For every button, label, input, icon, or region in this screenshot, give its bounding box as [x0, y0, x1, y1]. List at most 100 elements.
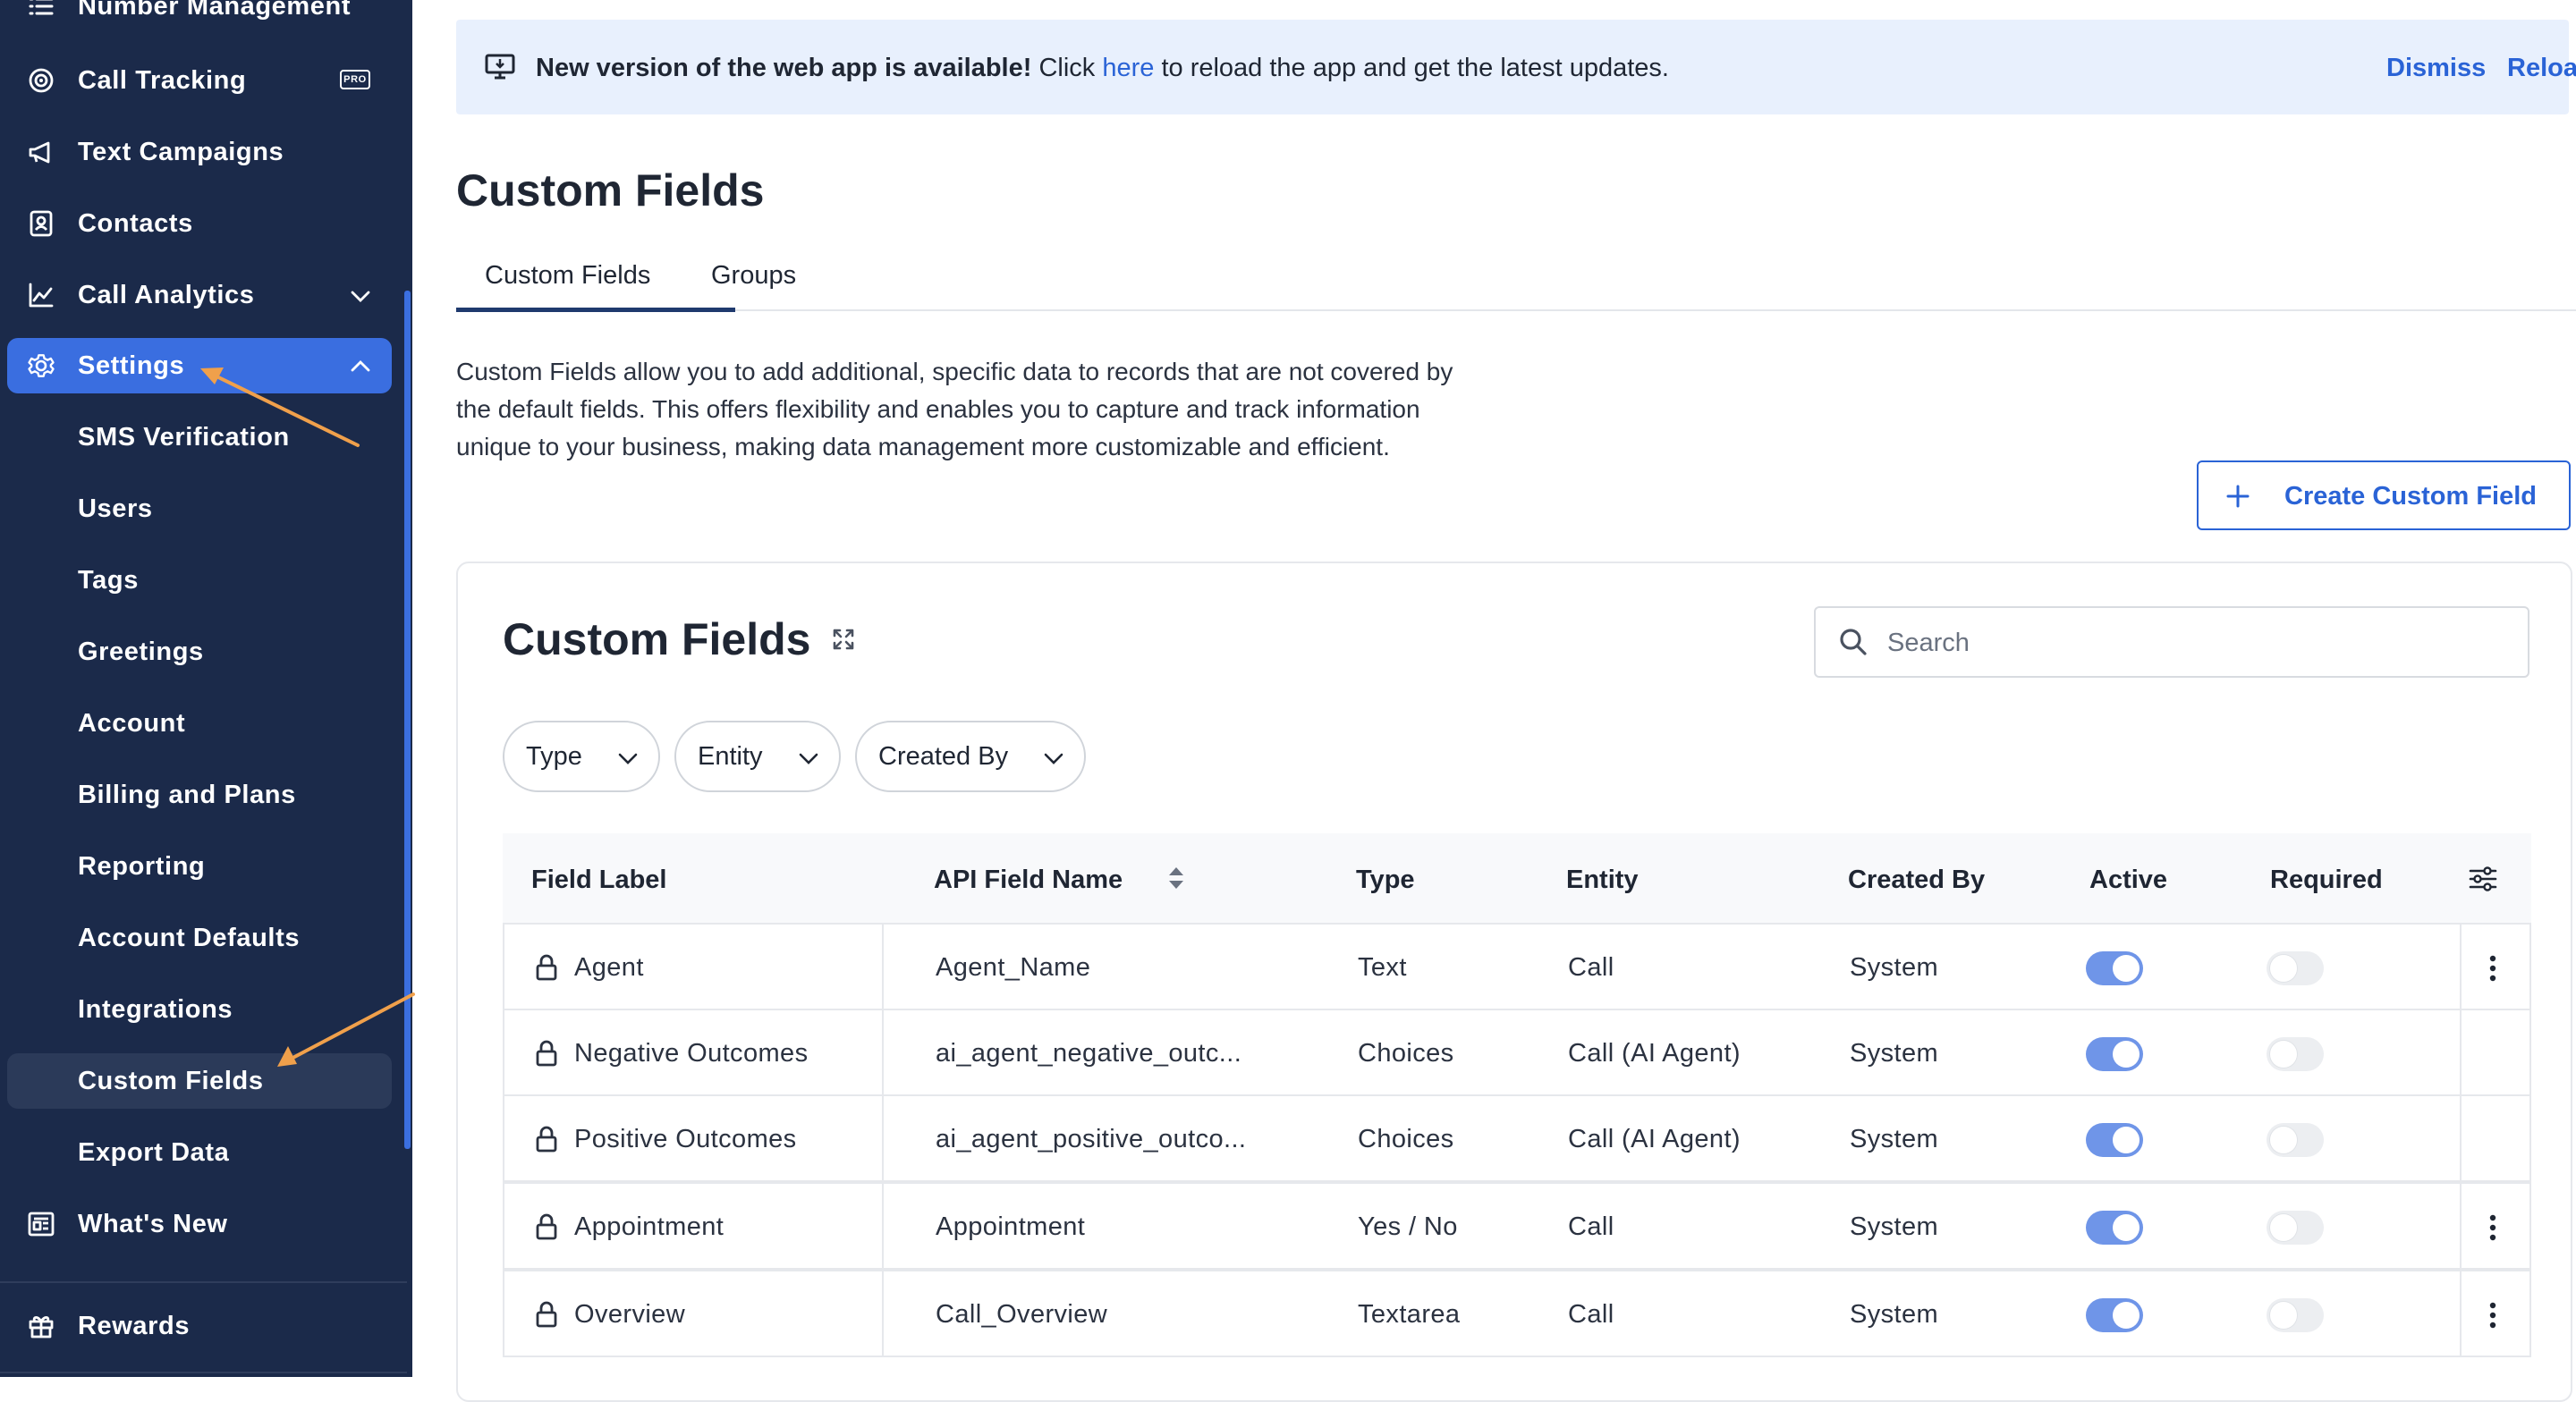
required-toggle[interactable] — [2267, 1037, 2324, 1071]
sidebar-item-integrations[interactable]: Integrations — [7, 982, 392, 1037]
column-header-field-label[interactable]: Field Label — [531, 866, 666, 895]
active-toggle[interactable] — [2086, 1037, 2143, 1071]
sidebar-item-label: Tags — [78, 566, 139, 595]
active-toggle[interactable] — [2086, 1123, 2143, 1157]
filter-created-by[interactable]: Created By — [855, 721, 1086, 792]
lock-icon — [536, 1301, 557, 1328]
tab-label: Custom Fields — [485, 261, 651, 290]
column-header-required[interactable]: Required — [2270, 866, 2383, 895]
page-description: Custom Fields allow you to add additiona… — [456, 358, 1453, 460]
cell-api-field-name: Appointment — [936, 1212, 1086, 1241]
column-divider — [882, 1184, 884, 1268]
active-toggle[interactable] — [2086, 1298, 2143, 1332]
card-title: Custom Fields — [503, 614, 811, 664]
column-divider — [2460, 1096, 2462, 1180]
table-row[interactable]: Positive Outcomes ai_agent_positive_outc… — [503, 1094, 2531, 1182]
pro-badge: PRO — [340, 70, 370, 89]
required-toggle[interactable] — [2267, 1123, 2324, 1157]
banner-here-link[interactable]: here — [1102, 54, 1154, 82]
cell-field-label: Overview — [574, 1300, 686, 1329]
dismiss-button[interactable]: Dismiss — [2386, 54, 2486, 83]
toggle-knob — [2270, 1302, 2297, 1329]
sidebar-item-contacts[interactable]: Contacts — [7, 196, 392, 251]
cell-field-label: Positive Outcomes — [574, 1125, 797, 1153]
sidebar-item-label: Reporting — [78, 852, 206, 881]
cell-api-field-name: ai_agent_negative_outc... — [936, 1039, 1242, 1068]
column-header-entity[interactable]: Entity — [1566, 866, 1639, 895]
column-header-created-by[interactable]: Created By — [1848, 866, 1985, 895]
column-settings-icon[interactable] — [2468, 864, 2498, 894]
toggle-knob — [2270, 1214, 2297, 1241]
tab-custom-fields[interactable]: Custom Fields — [456, 259, 735, 312]
required-toggle[interactable] — [2267, 951, 2324, 985]
sidebar-item-account-defaults[interactable]: Account Defaults — [7, 910, 392, 966]
search-icon — [1840, 629, 1867, 655]
column-divider — [882, 925, 884, 1009]
sidebar-scrollbar[interactable] — [404, 291, 411, 1149]
sidebar-item-text-campaigns[interactable]: Text Campaigns — [7, 124, 392, 180]
table-row[interactable]: Negative Outcomes ai_agent_negative_outc… — [503, 1009, 2531, 1096]
required-toggle[interactable] — [2267, 1211, 2324, 1245]
sidebar-item-label: Text Campaigns — [78, 138, 284, 166]
tab-label: Groups — [711, 261, 797, 290]
sidebar-item-greetings[interactable]: Greetings — [7, 624, 392, 680]
sidebar-item-label: Rewards — [78, 1312, 191, 1340]
cell-type: Choices — [1358, 1039, 1454, 1068]
column-divider — [2460, 1184, 2462, 1268]
cell-field-label: Agent — [574, 953, 644, 982]
search-input[interactable]: Search — [1814, 606, 2529, 678]
sidebar-item-whats-new[interactable]: What's New — [7, 1196, 392, 1252]
sidebar-item-label: Contacts — [78, 209, 193, 238]
cell-created-by: System — [1850, 1212, 1939, 1241]
kebab-menu-icon[interactable] — [2488, 1300, 2497, 1330]
sidebar-item-account[interactable]: Account — [7, 696, 392, 751]
sidebar-item-label: Settings — [78, 351, 185, 380]
column-header-active[interactable]: Active — [2089, 866, 2167, 895]
sidebar-item-label: Integrations — [78, 995, 233, 1024]
reload-button[interactable]: Reload — [2507, 54, 2576, 83]
toggle-knob — [2113, 1127, 2140, 1153]
sidebar-item-sms-verification[interactable]: SMS Verification — [7, 410, 392, 465]
cell-api-field-name: ai_agent_positive_outco... — [936, 1125, 1247, 1153]
sidebar-item-number-management[interactable]: Number Management — [7, 0, 392, 34]
sort-icon[interactable] — [1165, 862, 1187, 894]
sidebar-item-label: What's New — [78, 1210, 228, 1238]
sidebar-item-label: Users — [78, 494, 153, 523]
active-toggle[interactable] — [2086, 951, 2143, 985]
tab-groups[interactable]: Groups — [711, 259, 836, 308]
lock-icon — [536, 1126, 557, 1153]
column-header-type[interactable]: Type — [1356, 866, 1415, 895]
toggle-knob — [2270, 1127, 2297, 1153]
custom-fields-card: Custom Fields Search Type Entity Created… — [456, 562, 2572, 1402]
cell-created-by: System — [1850, 1039, 1939, 1068]
expand-icon[interactable] — [832, 628, 855, 651]
sidebar-item-call-tracking[interactable]: Call Tracking PRO — [7, 53, 392, 108]
news-icon — [28, 1212, 55, 1237]
kebab-menu-icon[interactable] — [2488, 1212, 2497, 1243]
column-divider — [882, 1271, 884, 1356]
filter-type[interactable]: Type — [503, 721, 660, 792]
cell-entity: Call (AI Agent) — [1568, 1039, 1741, 1068]
sidebar-item-label: SMS Verification — [78, 423, 290, 452]
sidebar-item-users[interactable]: Users — [7, 481, 392, 536]
sidebar: Number Management Call Tracking PRO Text… — [0, 0, 412, 1377]
active-toggle[interactable] — [2086, 1211, 2143, 1245]
required-toggle[interactable] — [2267, 1298, 2324, 1332]
sidebar-item-tags[interactable]: Tags — [7, 553, 392, 608]
column-divider — [882, 1010, 884, 1094]
sidebar-item-export-data[interactable]: Export Data — [7, 1125, 392, 1180]
table-row[interactable]: Overview Call_Overview Textarea Call Sys… — [503, 1270, 2531, 1357]
filter-entity[interactable]: Entity — [674, 721, 841, 792]
sidebar-item-reporting[interactable]: Reporting — [7, 839, 392, 894]
sidebar-item-call-analytics[interactable]: Call Analytics — [7, 267, 392, 323]
sidebar-item-custom-fields[interactable]: Custom Fields — [7, 1053, 392, 1109]
sidebar-item-rewards[interactable]: Rewards — [7, 1298, 392, 1354]
column-header-api-field-name[interactable]: API Field Name — [934, 866, 1123, 895]
table-row[interactable]: Appointment Appointment Yes / No Call Sy… — [503, 1182, 2531, 1270]
create-custom-field-button[interactable]: Create Custom Field — [2197, 460, 2571, 530]
sidebar-item-billing-and-plans[interactable]: Billing and Plans — [7, 767, 392, 823]
column-divider — [2460, 1010, 2462, 1094]
table-row[interactable]: Agent Agent_Name Text Call System — [503, 923, 2531, 1010]
sidebar-item-settings[interactable]: Settings — [7, 338, 392, 393]
kebab-menu-icon[interactable] — [2488, 953, 2497, 984]
